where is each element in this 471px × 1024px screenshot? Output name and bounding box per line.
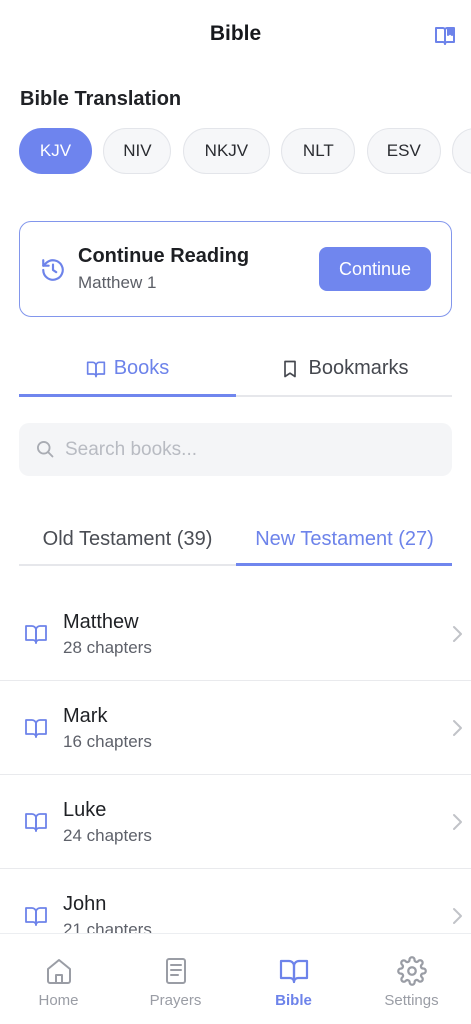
translation-chip-nlt[interactable]: NLT xyxy=(281,128,356,174)
nav-bible-label: Bible xyxy=(275,992,312,1009)
search-input[interactable] xyxy=(65,423,435,476)
tab-books[interactable]: Books xyxy=(19,340,236,397)
book-open-icon xyxy=(25,813,47,832)
translation-chip-nkjv[interactable]: NKJV xyxy=(182,128,270,174)
translation-chip-kjv[interactable]: KJV xyxy=(19,128,92,174)
book-name: Matthew xyxy=(63,611,139,633)
translation-selector: KJV NIV NKJV NLT ESV xyxy=(19,128,471,174)
list-item[interactable]: Matthew 28 chapters xyxy=(0,587,471,681)
chevron-right-icon xyxy=(453,908,462,924)
translation-chip-niv[interactable]: NIV xyxy=(103,128,172,174)
book-list: Matthew 28 chapters Mark 16 chapters Luk… xyxy=(0,587,471,933)
bookmark-icon xyxy=(284,360,297,377)
translation-chip-more[interactable] xyxy=(452,128,471,174)
tab-active-indicator xyxy=(19,394,236,397)
continue-reading-card: Continue Reading Matthew 1 Continue xyxy=(19,221,452,317)
tab-new-testament[interactable]: New Testament (27) xyxy=(236,512,453,566)
translation-label: Bible Translation xyxy=(20,88,182,110)
tab-bookmarks[interactable]: Bookmarks xyxy=(236,340,453,397)
history-icon xyxy=(42,259,64,281)
nav-prayers[interactable]: Prayers xyxy=(117,934,234,1024)
book-chapter-count: 24 chapters xyxy=(63,826,152,845)
continue-button[interactable]: Continue xyxy=(319,247,431,291)
testament-tab-indicator xyxy=(236,563,452,566)
search-box xyxy=(19,423,452,476)
nav-home[interactable]: Home xyxy=(0,934,117,1024)
app-header: Bible xyxy=(0,0,471,70)
chevron-right-icon xyxy=(453,626,462,642)
nav-home-label: Home xyxy=(38,992,79,1009)
book-open-icon xyxy=(86,361,105,377)
home-icon xyxy=(47,959,71,984)
testament-tabs: Old Testament (39) New Testament (27) xyxy=(19,512,452,566)
bottom-nav: Home Prayers Bible Settings xyxy=(0,933,471,1024)
tab-old-testament[interactable]: Old Testament (39) xyxy=(19,512,236,566)
nav-bible[interactable]: Bible xyxy=(235,934,352,1024)
book-chapter-count: 21 chapters xyxy=(63,920,152,933)
nav-prayers-label: Prayers xyxy=(149,992,202,1009)
tab-bookmarks-label: Bookmarks xyxy=(308,357,409,379)
chevron-right-icon xyxy=(453,720,462,736)
book-open-icon xyxy=(279,959,309,984)
continue-reading-title: Continue Reading xyxy=(78,245,250,267)
document-icon xyxy=(166,958,186,984)
list-item[interactable]: John 21 chapters xyxy=(0,869,471,933)
tab-books-label: Books xyxy=(113,357,170,379)
list-item[interactable]: Mark 16 chapters xyxy=(0,681,471,775)
book-open-icon xyxy=(25,625,47,644)
book-open-icon xyxy=(25,719,47,738)
book-chapter-count: 16 chapters xyxy=(63,732,152,751)
main-tabs: Books Bookmarks xyxy=(19,340,452,397)
chevron-right-icon xyxy=(453,814,462,830)
continue-reading-location: Matthew 1 xyxy=(78,273,157,292)
book-open-icon xyxy=(25,907,47,926)
search-icon xyxy=(37,441,54,458)
book-name: Mark xyxy=(63,705,108,727)
translation-chip-esv[interactable]: ESV xyxy=(366,128,441,174)
gear-icon xyxy=(397,956,427,986)
nav-settings-label: Settings xyxy=(384,992,439,1009)
book-name: John xyxy=(63,893,107,915)
book-name: Luke xyxy=(63,799,107,821)
page-title: Bible xyxy=(209,22,262,45)
book-chapter-count: 28 chapters xyxy=(63,638,152,657)
nav-settings[interactable]: Settings xyxy=(353,934,470,1024)
list-item[interactable]: Luke 24 chapters xyxy=(0,775,471,869)
book-bookmark-icon[interactable] xyxy=(433,24,457,48)
